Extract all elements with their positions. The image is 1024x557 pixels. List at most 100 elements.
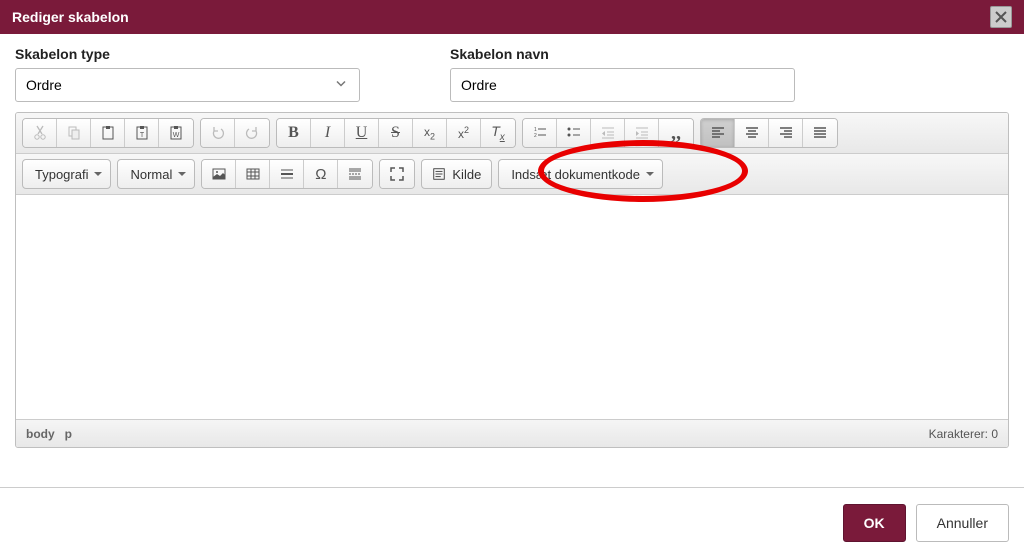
source-label: Kilde [452, 167, 481, 182]
type-select-wrap: Ordre [15, 68, 360, 102]
redo-icon [244, 125, 260, 141]
type-label: Skabelon type [15, 46, 360, 62]
redo-button[interactable] [235, 119, 269, 147]
paste-text-button[interactable]: T [125, 119, 159, 147]
close-icon [995, 11, 1007, 23]
undo-button[interactable] [201, 119, 235, 147]
editor-content-area[interactable] [16, 195, 1008, 419]
table-button[interactable] [236, 160, 270, 188]
close-button[interactable] [990, 6, 1012, 28]
remove-format-icon: Tx [491, 123, 505, 143]
strike-icon: S [391, 124, 400, 142]
character-count: Karakterer: 0 [929, 427, 998, 441]
blockquote-button[interactable]: ,, [659, 119, 693, 147]
copy-icon [66, 125, 82, 141]
subscript-icon: x2 [424, 125, 435, 141]
cut-icon [32, 125, 48, 141]
undo-icon [210, 125, 226, 141]
paste-text-icon: T [134, 125, 150, 141]
type-select[interactable]: Ordre [15, 68, 360, 102]
clipboard-group: T W [22, 118, 194, 148]
bold-button[interactable]: B [277, 119, 311, 147]
copy-button[interactable] [57, 119, 91, 147]
omega-icon: Ω [315, 166, 326, 183]
bullet-list-button[interactable] [557, 119, 591, 147]
align-center-icon [744, 125, 760, 141]
type-column: Skabelon type Ordre [15, 46, 360, 102]
paste-word-icon: W [168, 125, 184, 141]
cut-button[interactable] [23, 119, 57, 147]
image-icon [211, 166, 227, 182]
align-right-icon [778, 125, 794, 141]
caret-down-icon [94, 172, 102, 176]
maximize-button[interactable] [380, 160, 414, 188]
editor-status-bar: body p Karakterer: 0 [16, 419, 1008, 447]
toolbar-row-1: T W B I U S x2 x2 Tx 12 ,, [16, 113, 1008, 154]
remove-format-button[interactable]: Tx [481, 119, 515, 147]
format-group: B I U S x2 x2 Tx [276, 118, 516, 148]
special-char-button[interactable]: Ω [304, 160, 338, 188]
insert-group: Ω [201, 159, 373, 189]
indent-icon [634, 125, 650, 141]
paste-word-button[interactable]: W [159, 119, 193, 147]
numbered-list-icon: 12 [532, 125, 548, 141]
hr-icon [279, 166, 295, 182]
outdent-button[interactable] [591, 119, 625, 147]
align-left-icon [710, 125, 726, 141]
align-group [700, 118, 838, 148]
dialog-title: Rediger skabelon [12, 9, 129, 25]
path-p[interactable]: p [65, 427, 72, 441]
bullet-list-icon [566, 125, 582, 141]
ok-button[interactable]: OK [843, 504, 906, 542]
italic-button[interactable]: I [311, 119, 345, 147]
align-justify-icon [812, 125, 828, 141]
insert-document-code-dropdown[interactable]: Indsæt dokumentkode [498, 159, 663, 189]
align-justify-button[interactable] [803, 119, 837, 147]
indent-button[interactable] [625, 119, 659, 147]
typography-label: Typografi [35, 167, 88, 182]
name-column: Skabelon navn [450, 46, 795, 102]
align-right-button[interactable] [769, 119, 803, 147]
caret-down-icon [178, 172, 186, 176]
blockquote-icon: ,, [671, 128, 681, 138]
strike-button[interactable]: S [379, 119, 413, 147]
paste-icon [100, 125, 116, 141]
superscript-icon: x2 [458, 125, 469, 141]
paste-button[interactable] [91, 119, 125, 147]
pagebreak-icon [347, 166, 363, 182]
numbered-list-button[interactable]: 12 [523, 119, 557, 147]
bold-icon: B [288, 124, 299, 142]
hr-button[interactable] [270, 160, 304, 188]
cancel-button[interactable]: Annuller [916, 504, 1009, 542]
svg-text:T: T [139, 132, 144, 139]
underline-icon: U [356, 124, 368, 142]
source-button[interactable]: Kilde [421, 159, 492, 189]
underline-button[interactable]: U [345, 119, 379, 147]
format-dropdown[interactable]: Normal [117, 159, 195, 189]
typography-dropdown[interactable]: Typografi [22, 159, 111, 189]
maximize-group [379, 159, 415, 189]
undo-group [200, 118, 270, 148]
table-icon [245, 166, 261, 182]
name-input[interactable] [450, 68, 795, 102]
outdent-icon [600, 125, 616, 141]
insert-document-code-label: Indsæt dokumentkode [511, 167, 640, 182]
source-icon [432, 167, 446, 181]
list-group: 12 ,, [522, 118, 694, 148]
rich-text-editor: T W B I U S x2 x2 Tx 12 ,, [15, 112, 1009, 448]
dialog-footer: OK Annuller [0, 487, 1024, 557]
name-label: Skabelon navn [450, 46, 795, 62]
image-button[interactable] [202, 160, 236, 188]
maximize-icon [389, 166, 405, 182]
superscript-button[interactable]: x2 [447, 119, 481, 147]
subscript-button[interactable]: x2 [413, 119, 447, 147]
svg-text:2: 2 [534, 133, 537, 139]
align-center-button[interactable] [735, 119, 769, 147]
element-path: body p [26, 427, 72, 441]
pagebreak-button[interactable] [338, 160, 372, 188]
italic-icon: I [325, 124, 330, 142]
align-left-button[interactable] [701, 119, 735, 147]
path-body[interactable]: body [26, 427, 55, 441]
toolbar-row-2: Typografi Normal Ω Kilde Indsæt dokument… [16, 154, 1008, 195]
caret-down-icon [646, 172, 654, 176]
